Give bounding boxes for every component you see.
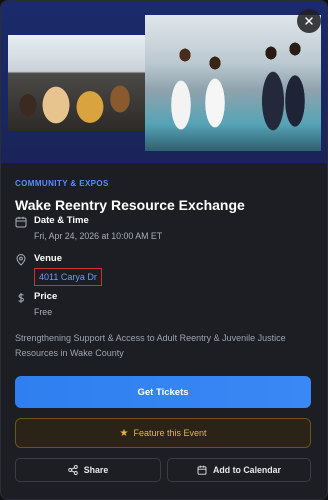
feature-event-button[interactable]: ★ Feature this Event xyxy=(15,418,311,448)
share-icon xyxy=(68,465,78,475)
venue-address-link[interactable]: 4011 Carya Dr xyxy=(34,268,102,286)
share-label: Share xyxy=(83,465,109,475)
date-time-value: Fri, Apr 24, 2026 at 10:00 AM ET xyxy=(34,231,163,241)
venue-label: Venue xyxy=(34,253,62,264)
feature-event-label: Feature this Event xyxy=(133,428,207,438)
dollar-icon xyxy=(18,293,24,303)
event-description: Strengthening Support & Access to Adult … xyxy=(15,333,286,358)
share-button[interactable]: Share xyxy=(15,458,161,482)
add-to-calendar-button[interactable]: Add to Calendar xyxy=(167,458,311,482)
event-hero-image xyxy=(1,1,327,163)
event-category: COMMUNITY & EXPOS xyxy=(15,179,109,188)
calendar-icon xyxy=(197,465,207,475)
price-value: Free xyxy=(34,307,53,317)
price-label: Price xyxy=(34,291,58,302)
venue-section: Venue 4011 Carya Dr xyxy=(15,253,102,286)
date-time-label: Date & Time xyxy=(34,215,89,226)
date-time-section: Date & Time Fri, Apr 24, 2026 at 10:00 A… xyxy=(15,215,162,241)
star-icon: ★ xyxy=(119,427,129,439)
calendar-icon xyxy=(15,216,27,228)
event-title: Wake Reentry Resource Exchange xyxy=(15,197,245,213)
map-pin-icon xyxy=(16,254,26,266)
event-card: COMMUNITY & EXPOS Wake Reentry Resource … xyxy=(0,0,328,500)
add-to-calendar-label: Add to Calendar xyxy=(213,465,281,475)
price-section: Price Free xyxy=(15,291,57,317)
close-icon xyxy=(305,17,313,25)
get-tickets-button[interactable]: Get Tickets xyxy=(15,376,311,408)
close-button[interactable] xyxy=(297,9,321,33)
networking-photo xyxy=(145,15,321,151)
audience-photo xyxy=(8,35,156,131)
